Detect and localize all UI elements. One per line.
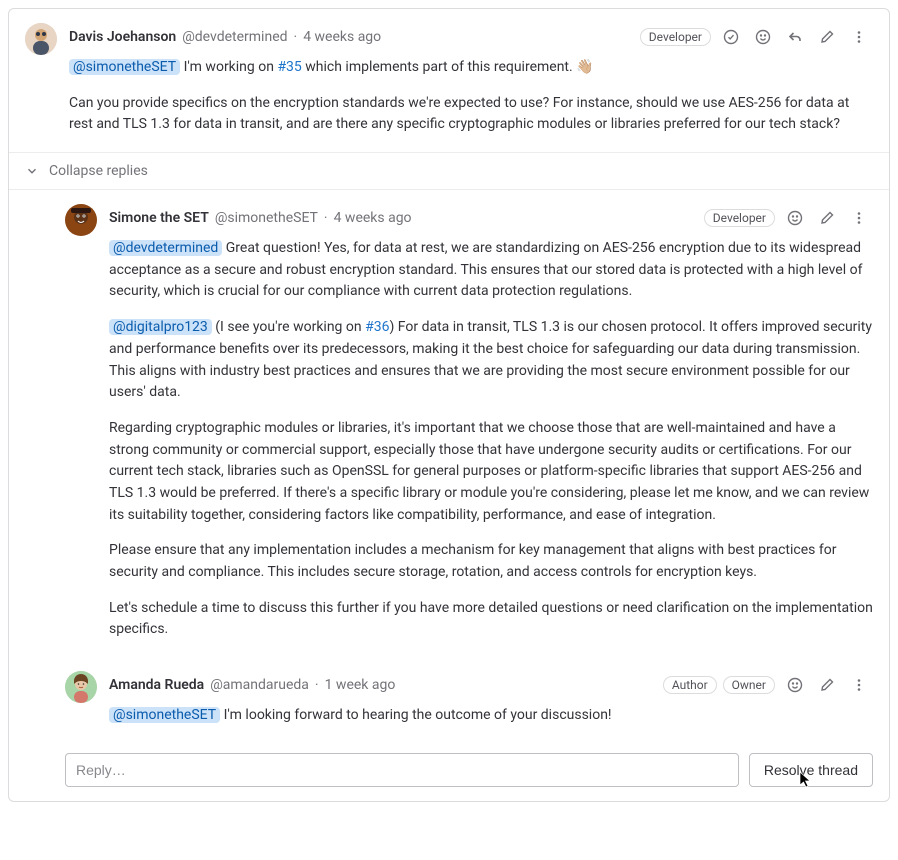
timestamp[interactable]: 4 weeks ago: [303, 29, 381, 45]
separator: ·: [324, 210, 328, 226]
comment-header: Amanda Rueda @amandarueda · 1 week ago A…: [109, 671, 873, 699]
comment-body: Amanda Rueda @amandarueda · 1 week ago A…: [109, 671, 873, 731]
mention[interactable]: @devdetermined: [109, 240, 222, 256]
more-icon[interactable]: [845, 204, 873, 232]
mention[interactable]: @digitalpro123: [109, 319, 212, 335]
more-icon[interactable]: [845, 671, 873, 699]
comment-actions: [717, 23, 873, 51]
role-badge: Developer: [704, 209, 775, 227]
issue-link[interactable]: #35: [277, 59, 301, 75]
more-icon[interactable]: [845, 23, 873, 51]
reply-footer: Resolve thread: [9, 743, 889, 801]
comment-header: Simone the SET @simonetheSET · 4 weeks a…: [109, 204, 873, 232]
comment: Simone the SET @simonetheSET · 4 weeks a…: [9, 190, 889, 657]
collapse-label: Collapse replies: [49, 163, 148, 179]
separator: ·: [315, 677, 319, 693]
comment-thread: Davis Joehanson @devdetermined · 4 weeks…: [8, 8, 890, 802]
avatar[interactable]: [65, 671, 97, 703]
mention[interactable]: @simonetheSET: [109, 707, 220, 723]
comment-text: @simonetheSET I'm working on #35 which i…: [69, 57, 873, 136]
avatar[interactable]: [25, 23, 57, 55]
emoji-icon[interactable]: [781, 671, 809, 699]
emoji-icon[interactable]: [749, 23, 777, 51]
comment-text: @simonetheSET I'm looking forward to hea…: [109, 705, 873, 727]
comment: Amanda Rueda @amandarueda · 1 week ago A…: [9, 657, 889, 743]
edit-icon[interactable]: [813, 204, 841, 232]
issue-link[interactable]: #36: [365, 319, 389, 335]
collapse-replies-toggle[interactable]: Collapse replies: [9, 152, 889, 190]
mention[interactable]: @simonetheSET: [69, 59, 180, 75]
comment: Davis Joehanson @devdetermined · 4 weeks…: [9, 9, 889, 152]
avatar[interactable]: [65, 204, 97, 236]
comment-actions: [781, 204, 873, 232]
comment-actions: [781, 671, 873, 699]
author-name[interactable]: Amanda Rueda: [109, 677, 204, 693]
emoji-icon[interactable]: [781, 204, 809, 232]
resolve-thread-button[interactable]: Resolve thread: [749, 753, 873, 787]
timestamp[interactable]: 1 week ago: [325, 677, 396, 693]
reply-section: Simone the SET @simonetheSET · 4 weeks a…: [9, 190, 889, 801]
comment-body: Davis Joehanson @devdetermined · 4 weeks…: [69, 23, 873, 140]
role-badge: Owner: [723, 676, 775, 694]
reply-input[interactable]: [65, 753, 739, 787]
role-badge: Developer: [640, 28, 711, 46]
comment-header: Davis Joehanson @devdetermined · 4 weeks…: [69, 23, 873, 51]
timestamp[interactable]: 4 weeks ago: [334, 210, 412, 226]
check-circle-icon[interactable]: [717, 23, 745, 51]
role-badge: Author: [663, 676, 717, 694]
edit-icon[interactable]: [813, 671, 841, 699]
reply-icon[interactable]: [781, 23, 809, 51]
author-name[interactable]: Davis Joehanson: [69, 29, 176, 45]
author-name[interactable]: Simone the SET: [109, 210, 209, 226]
edit-icon[interactable]: [813, 23, 841, 51]
comment-body: Simone the SET @simonetheSET · 4 weeks a…: [109, 204, 873, 645]
separator: ·: [294, 29, 298, 45]
comment-text: @devdetermined Great question! Yes, for …: [109, 238, 873, 641]
author-handle[interactable]: @amandarueda: [210, 677, 309, 693]
author-handle[interactable]: @devdetermined: [182, 29, 287, 45]
author-handle[interactable]: @simonetheSET: [215, 210, 318, 226]
chevron-down-icon: [25, 164, 39, 178]
